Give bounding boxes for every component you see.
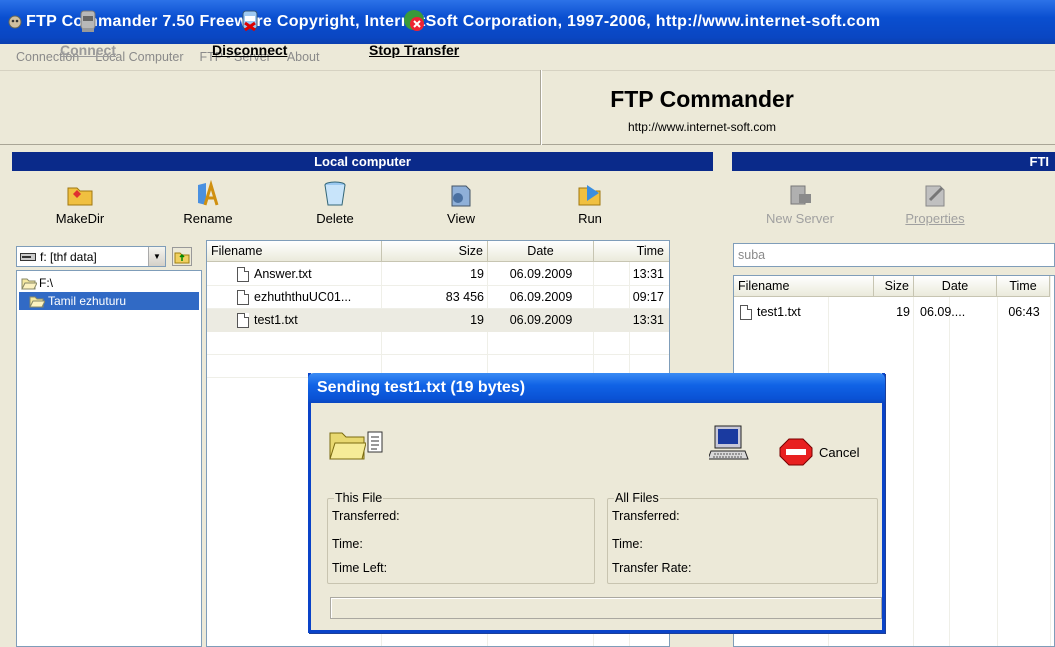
all-files-group: All Files Transferred: Time: Transfer Ra… <box>607 491 878 584</box>
file-icon <box>237 313 249 329</box>
up-folder-button[interactable] <box>172 247 192 266</box>
folder-tree: F:\ Tamil ezhuturu <box>16 270 202 647</box>
delete-button[interactable]: Delete <box>300 180 370 226</box>
file-icon <box>237 267 249 283</box>
column-header-size[interactable]: Size <box>382 241 488 262</box>
recycle-bin-icon <box>324 181 346 206</box>
run-icon <box>578 185 601 206</box>
up-folder-icon <box>172 247 192 266</box>
server-table-row[interactable]: test1.txt 19 06.09.... 06:43 <box>734 301 1054 324</box>
table-row[interactable]: ezhuththuUC01... 83 456 06.09.2009 09:17 <box>207 286 669 309</box>
run-button[interactable]: Run <box>555 180 625 226</box>
makedir-button[interactable]: MakeDir <box>45 180 115 226</box>
open-folder-icon <box>21 278 37 289</box>
tree-item-tamil-ezhuturu[interactable]: Tamil ezhuturu <box>19 292 199 310</box>
computer-icon <box>709 425 749 460</box>
new-server-button[interactable]: New Server <box>765 180 835 226</box>
table-row-selected[interactable]: test1.txt 19 06.09.2009 13:31 <box>207 309 669 332</box>
open-folder-icon <box>29 296 45 307</box>
brand-url[interactable]: http://www.internet-soft.com <box>540 120 864 134</box>
disconnect-icon <box>242 10 258 32</box>
tree-item-root[interactable]: F:\ <box>21 274 53 292</box>
menu-bar: Connection Local Computer FTP - Server A… <box>0 44 1055 70</box>
file-icon <box>237 290 249 306</box>
server-column-header-size[interactable]: Size <box>874 276 914 297</box>
chevron-down-icon[interactable]: ▼ <box>148 247 165 266</box>
server-column-header-time[interactable]: Time <box>997 276 1050 297</box>
connect-button[interactable]: Connect <box>60 6 116 58</box>
brand-title: FTP Commander <box>610 86 794 112</box>
column-header-time[interactable]: Time <box>594 241 669 262</box>
progress-bar <box>330 597 882 619</box>
this-file-group: This File Transferred: Time: Time Left: <box>327 491 595 584</box>
rename-button[interactable]: Rename <box>173 180 243 226</box>
server-select[interactable]: suba <box>733 243 1055 267</box>
toolbar <box>0 70 1055 145</box>
view-icon <box>451 185 471 207</box>
drive-select-value: f: [thf data] <box>40 249 97 264</box>
dialog-title[interactable]: Sending test1.txt (19 bytes) <box>308 373 885 403</box>
connect-icon <box>80 10 96 32</box>
view-button[interactable]: View <box>426 180 496 226</box>
document-icon <box>367 431 383 453</box>
rename-icon <box>198 180 219 206</box>
local-panel-header: Local computer <box>12 152 713 171</box>
table-row[interactable]: Answer.txt 19 06.09.2009 13:31 <box>207 263 669 286</box>
column-header-date[interactable]: Date <box>488 241 594 262</box>
new-folder-icon <box>67 187 93 206</box>
drive-icon <box>20 252 36 261</box>
properties-button[interactable]: Properties <box>900 180 970 226</box>
stop-transfer-button[interactable]: Stop Transfer <box>369 6 459 58</box>
disconnect-button[interactable]: Disconnect <box>212 6 287 58</box>
app-icon <box>8 15 22 29</box>
title-bar: FTP Commander 7.50 Freeware Copyright, I… <box>0 0 1055 44</box>
server-column-header-date[interactable]: Date <box>914 276 997 297</box>
column-header-filename[interactable]: Filename <box>207 241 382 262</box>
cancel-button[interactable]: Cancel <box>779 438 859 466</box>
server-panel-header: FTI <box>732 152 1055 171</box>
new-server-icon <box>790 185 811 205</box>
folder-icon <box>329 432 366 460</box>
stop-icon <box>779 438 813 466</box>
file-icon <box>740 305 752 321</box>
stop-transfer-icon <box>404 10 425 31</box>
menu-about[interactable]: About <box>287 50 320 64</box>
properties-icon <box>925 185 945 207</box>
transfer-dialog: Sending test1.txt (19 bytes) Cancel This… <box>308 373 885 633</box>
drive-select[interactable]: f: [thf data] ▼ <box>16 246 166 267</box>
server-column-header-filename[interactable]: Filename <box>734 276 874 297</box>
